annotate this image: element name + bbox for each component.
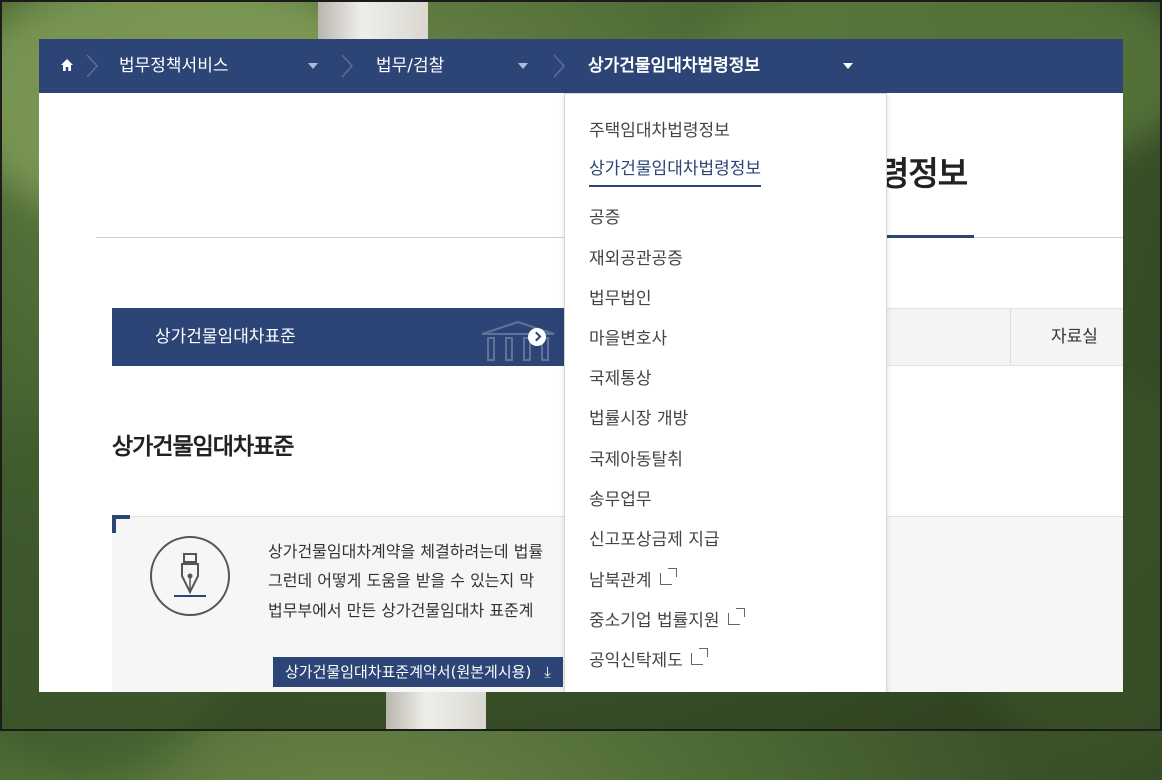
menu-item[interactable]: 송무업무 [589, 485, 652, 510]
breadcrumb-item-1[interactable]: 법무정책서비스 [119, 39, 228, 93]
page-title: 령정보 [879, 154, 968, 193]
breadcrumb-dropdown-menu: 주택임대차법령정보 상가건물임대차법령정보 공증 재외공관공증 법무법인 마을변… [564, 93, 887, 692]
caret-down-icon[interactable] [308, 63, 318, 69]
menu-item[interactable]: 법무법인 [589, 284, 652, 309]
chevron-right-icon [86, 54, 99, 78]
external-link-icon [690, 648, 708, 665]
tab-archive[interactable]: 자료실 [1051, 308, 1098, 366]
menu-item[interactable]: 국제통상 [589, 364, 652, 389]
arrow-right-icon [528, 328, 546, 346]
info-line-1: 상가건물임대차계약을 체결하려는데 법률 [268, 542, 544, 561]
caret-down-icon[interactable] [518, 63, 528, 69]
download-icon: ⤓ [544, 663, 551, 681]
info-line-3: 법무부에서 만든 상가건물임대차 표준계 [268, 601, 534, 620]
corner-decoration [112, 515, 130, 533]
menu-item[interactable]: 국제아동탈취 [589, 445, 683, 470]
info-line-2: 그런데 어떻게 도움을 받을 수 있는지 막 [268, 571, 535, 590]
menu-item[interactable]: 재외공관공증 [589, 244, 683, 269]
download-button[interactable]: 상가건물임대차표준계약서(원본게시용) ⤓ [273, 657, 563, 687]
external-link-icon [727, 608, 745, 625]
building-icon [481, 320, 555, 361]
tab-commercial-lease-standard[interactable]: 상가건물임대차표준 [112, 308, 572, 366]
breadcrumb-bar: 법무정책서비스 법무/검찰 상가건물임대차법령정보 [39, 39, 1123, 93]
menu-item[interactable]: 신고포상금제 지급 [589, 525, 720, 550]
caret-down-icon[interactable] [843, 63, 853, 69]
menu-item[interactable]: 중소기업 법률지원 [589, 606, 745, 631]
menu-item[interactable]: 주택임대차법령정보 [589, 116, 730, 141]
menu-item[interactable]: 마을변호사 [589, 324, 667, 349]
webpage: 법무정책서비스 법무/검찰 상가건물임대차법령정보 령정보 상가건물임대차표준 … [39, 39, 1123, 692]
external-link-icon [659, 568, 677, 585]
download-label: 상가건물임대차표준계약서(원본게시용) [285, 663, 532, 681]
menu-item[interactable]: 공증 [589, 203, 620, 228]
fountain-pen-icon [150, 536, 230, 616]
menu-item[interactable]: 남북관계 [589, 566, 677, 591]
menu-item-active[interactable]: 상가건물임대차법령정보 [589, 154, 762, 187]
section-title: 상가건물임대차표준 [112, 434, 294, 460]
tab-divider [1010, 308, 1011, 366]
chevron-right-icon [553, 54, 566, 78]
breadcrumb-item-3[interactable]: 상가건물임대차법령정보 [588, 39, 760, 93]
breadcrumb-item-2[interactable]: 법무/검찰 [376, 39, 444, 93]
menu-item[interactable]: 공익신탁제도 [589, 646, 708, 671]
tab-label: 상가건물임대차표준 [155, 327, 296, 347]
menu-item[interactable]: 법률시장 개방 [589, 404, 688, 429]
home-icon[interactable] [60, 58, 74, 72]
title-underline [885, 235, 974, 238]
chevron-right-icon [341, 54, 354, 78]
